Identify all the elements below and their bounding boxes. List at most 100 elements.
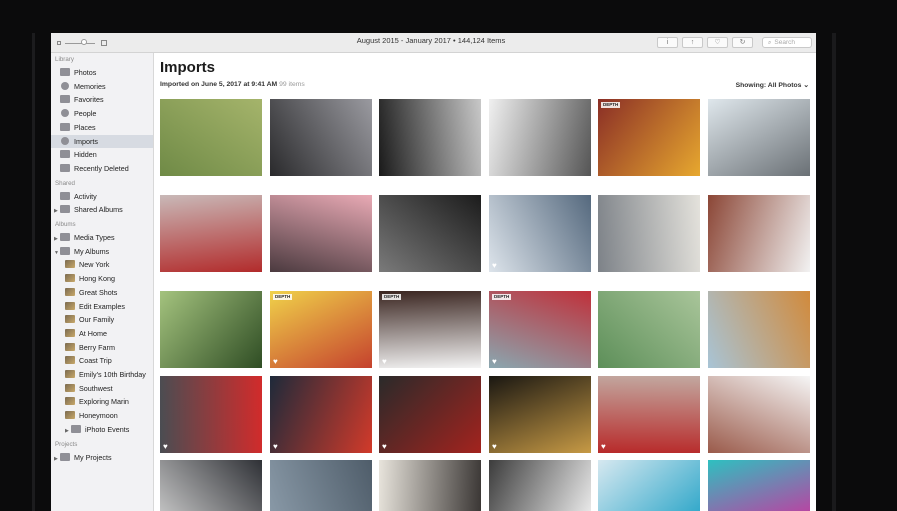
- photo-red-car[interactable]: ♥: [160, 376, 262, 453]
- photo-white-building[interactable]: [708, 376, 810, 453]
- showing-filter-dropdown[interactable]: Showing: All Photos ⌄: [736, 81, 809, 89]
- bezel-edge-left: [32, 33, 35, 511]
- hidden-icon: [60, 150, 70, 159]
- favorite-heart-icon: ♥: [382, 357, 387, 366]
- person-icon: [61, 109, 69, 118]
- sidebar-item-people[interactable]: People: [51, 107, 153, 120]
- sidebar-item-southwest[interactable]: Southwest: [51, 382, 153, 395]
- photo-red-shirt[interactable]: [160, 195, 262, 272]
- heart-icon: ♡: [714, 39, 721, 46]
- zoom-track: [65, 42, 95, 44]
- photo-jumper[interactable]: [598, 460, 700, 511]
- photos-icon: [60, 68, 70, 76]
- album-thumb-icon: [65, 411, 75, 420]
- sidebar-item-imports[interactable]: Imports: [51, 134, 153, 148]
- photo-stairs-dark[interactable]: [379, 195, 481, 272]
- photo-atrium[interactable]: [379, 460, 481, 511]
- item-count: 99 items: [279, 81, 305, 88]
- sidebar-item-activity[interactable]: Activity: [51, 190, 153, 203]
- info-button[interactable]: i: [657, 37, 678, 48]
- depth-badge: DEPTH: [382, 294, 402, 300]
- info-icon: i: [666, 39, 669, 46]
- sidebar-item-recently-deleted[interactable]: Recently Deleted: [51, 162, 153, 175]
- sidebar-item-label: Recently Deleted: [74, 163, 129, 173]
- folder-icon: [60, 246, 70, 255]
- sidebar-section-header: Shared: [55, 179, 75, 187]
- photo-red-sculpture[interactable]: ♥: [379, 376, 481, 453]
- photo-skyscraper[interactable]: ♥: [489, 195, 591, 272]
- sidebar-item-my-albums[interactable]: ▼ My Albums: [51, 245, 153, 258]
- share-button[interactable]: ↑: [682, 37, 703, 48]
- photo-curly-woman[interactable]: DEPTH ♥: [270, 291, 372, 368]
- favorite-button[interactable]: ♡: [707, 37, 728, 48]
- sidebar-item-label: iPhoto Events: [85, 424, 130, 434]
- sidebar-item-my-projects[interactable]: ▶ My Projects: [51, 451, 153, 464]
- photo-streetlamp[interactable]: [160, 460, 262, 511]
- photo-steps-runner[interactable]: [270, 460, 372, 511]
- sidebar-item-photos[interactable]: Photos: [51, 66, 153, 79]
- sidebar-item-shared-albums[interactable]: ▶ Shared Albums: [51, 203, 153, 216]
- album-thumb-icon: [65, 260, 75, 269]
- photo-aerial-field[interactable]: [598, 291, 700, 368]
- sidebar-item-berry-farm[interactable]: Berry Farm: [51, 341, 153, 354]
- search-input[interactable]: ⌕ Search: [762, 37, 812, 48]
- sidebar-item-label: Hidden: [74, 150, 97, 160]
- photo-apartments[interactable]: [598, 195, 700, 272]
- favorite-heart-icon: ♥: [273, 442, 278, 451]
- favorite-heart-icon: ♥: [492, 357, 497, 366]
- sidebar-item-favorites[interactable]: Favorites: [51, 93, 153, 106]
- photo-lights-night[interactable]: ♥: [489, 376, 591, 453]
- photo-stripes[interactable]: [489, 460, 591, 511]
- photo-pink-city[interactable]: [270, 195, 372, 272]
- rotate-button[interactable]: ↻: [732, 37, 753, 48]
- sidebar-item-hong-kong[interactable]: Hong Kong: [51, 272, 153, 285]
- photo-yellow-beanie[interactable]: DEPTH: [598, 99, 700, 176]
- sidebar-item-media-types[interactable]: ▶ Media Types: [51, 231, 153, 244]
- sidebar-item-label: Southwest: [79, 383, 113, 393]
- sidebar-item-hidden[interactable]: Hidden: [51, 148, 153, 161]
- search-placeholder: Search: [774, 39, 795, 46]
- sidebar-item-label: Great Shots: [79, 287, 118, 297]
- photo-brick-tower[interactable]: [708, 195, 810, 272]
- photo-metal-curves[interactable]: [270, 99, 372, 176]
- sidebar-item-our-family[interactable]: Our Family: [51, 313, 153, 326]
- photo-marble[interactable]: [489, 99, 591, 176]
- sidebar-item-places[interactable]: Places: [51, 121, 153, 134]
- sidebar-item-exploring-marin[interactable]: Exploring Marin: [51, 395, 153, 408]
- sidebar-item-memories[interactable]: Memories: [51, 80, 153, 93]
- main-content: Imports Imported on June 5, 2017 at 9:41…: [154, 53, 816, 511]
- photo-building-bw[interactable]: [379, 99, 481, 176]
- zoom-slider[interactable]: [57, 39, 107, 46]
- sidebar-item-great-shots[interactable]: Great Shots: [51, 286, 153, 299]
- pin-icon: [60, 122, 70, 131]
- sidebar-item-new-york[interactable]: New York: [51, 258, 153, 271]
- photo-bridge-red-hat[interactable]: ♥: [598, 376, 700, 453]
- zoom-knob[interactable]: [81, 39, 87, 45]
- photo-colorful-woman[interactable]: [708, 460, 810, 511]
- sidebar-item-label: Memories: [74, 81, 106, 91]
- depth-badge: DEPTH: [601, 102, 621, 108]
- sidebar-item-label: My Projects: [74, 452, 112, 462]
- photo-palm[interactable]: [160, 291, 262, 368]
- photo-bokeh[interactable]: ♥: [270, 376, 372, 453]
- sidebar-item-iphoto-events[interactable]: ▶ iPhoto Events: [51, 423, 153, 436]
- album-thumb-icon: [65, 328, 75, 337]
- favorite-heart-icon: ♥: [492, 442, 497, 451]
- folder-icon: [60, 233, 70, 241]
- sidebar-item-coast-trip[interactable]: Coast Trip: [51, 354, 153, 367]
- photo-towers-up[interactable]: [708, 99, 810, 176]
- zoom-out-icon: [57, 41, 61, 45]
- photo-sunset-woman[interactable]: [708, 291, 810, 368]
- photo-red-beanie[interactable]: DEPTH ♥: [489, 291, 591, 368]
- sidebar-item-label: Activity: [74, 191, 97, 201]
- folder-icon: [60, 205, 70, 214]
- folder-icon: [71, 424, 81, 433]
- photo-profile-man[interactable]: DEPTH ♥: [379, 291, 481, 368]
- photo-grass-feet[interactable]: [160, 99, 262, 176]
- sidebar-item-edit-examples[interactable]: Edit Examples: [51, 300, 153, 313]
- sidebar-item-at-home[interactable]: At Home: [51, 327, 153, 340]
- sidebar-item-honeymoon[interactable]: Honeymoon: [51, 409, 153, 422]
- sidebar-item-emily-s-10th-birthday[interactable]: Emily's 10th Birthday: [51, 368, 153, 381]
- favorite-heart-icon: ♥: [163, 442, 168, 451]
- album-thumb-icon: [65, 301, 75, 310]
